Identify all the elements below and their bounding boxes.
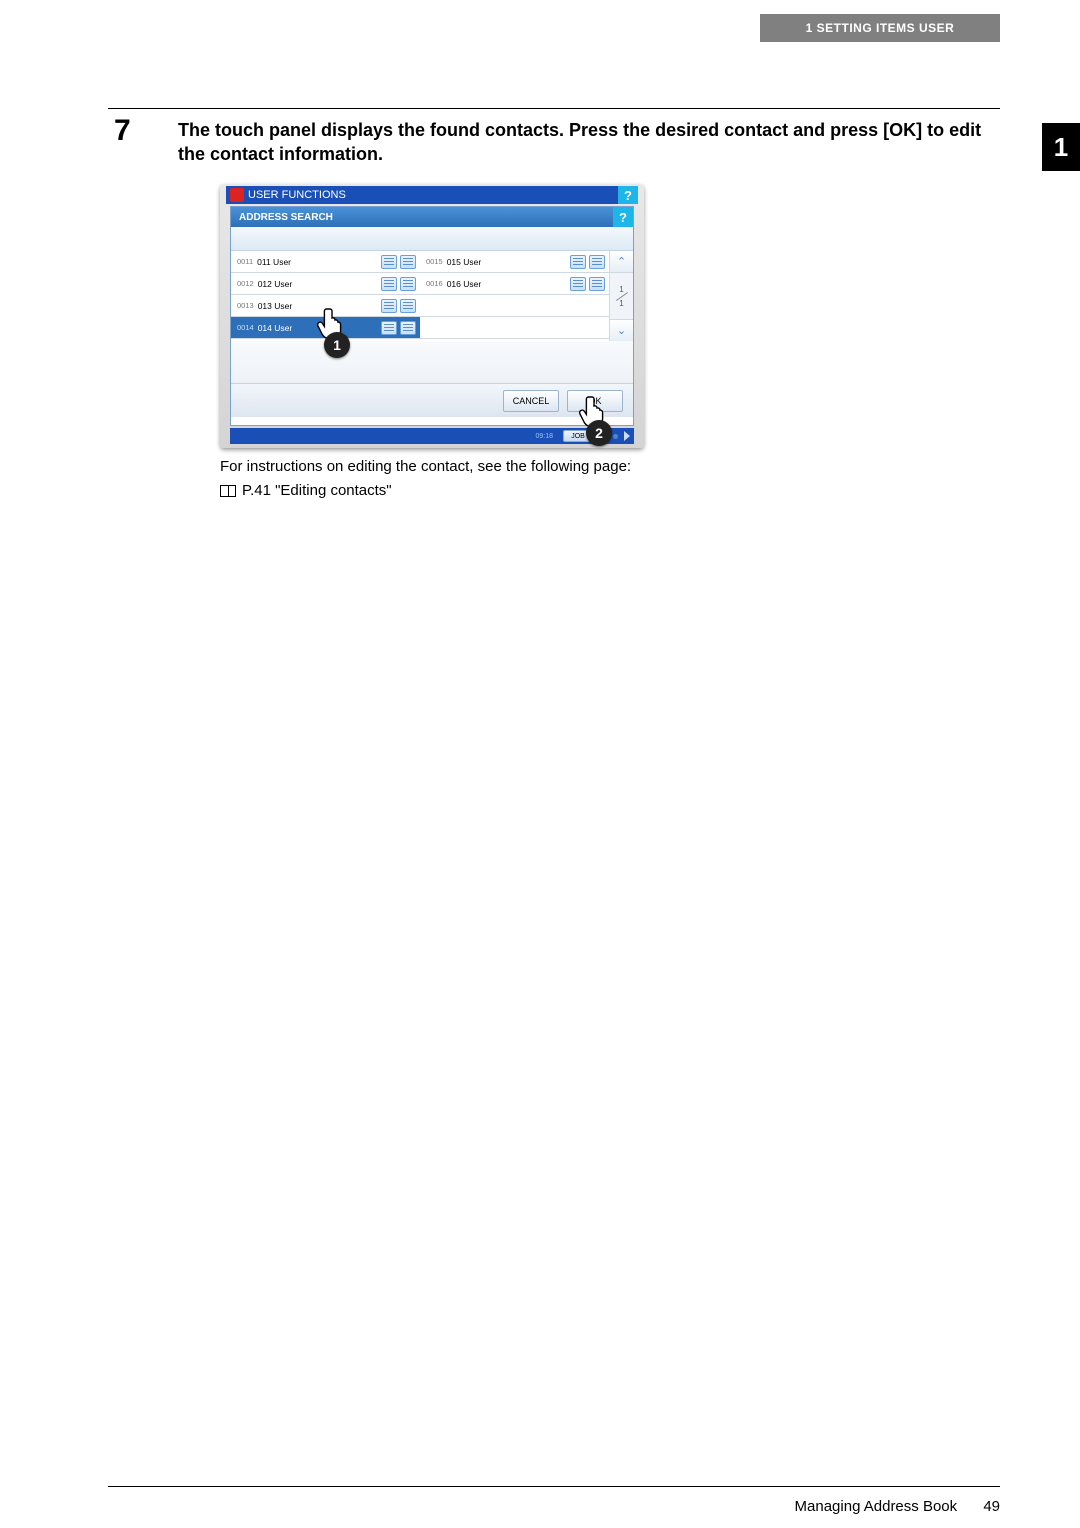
contacts-col-right: 0015 015 User 0016 016 User: [420, 251, 609, 341]
contact-id: 0014: [237, 323, 254, 332]
body-line-1: For instructions on editing the contact,…: [220, 456, 760, 478]
search-criteria-row: [231, 227, 633, 251]
page-current: 1: [619, 285, 623, 294]
dialog-help-icon[interactable]: ?: [613, 207, 633, 227]
contact-row-empty: [420, 317, 609, 339]
contact-name: 012 User: [258, 279, 293, 289]
chapter-side-tab: 1: [1042, 120, 1080, 174]
email-icon[interactable]: [400, 255, 416, 269]
fax-icon[interactable]: [381, 255, 397, 269]
page-total: 1: [619, 299, 623, 308]
email-icon[interactable]: [589, 277, 605, 291]
contact-id: 0012: [237, 279, 254, 288]
top-rule: [108, 108, 1000, 109]
contact-id: 0015: [426, 257, 443, 266]
fax-icon[interactable]: [570, 277, 586, 291]
email-icon[interactable]: [400, 321, 416, 335]
panel-status-bar: 09:18 JOB: [230, 428, 634, 444]
address-search-dialog: ADDRESS SEARCH ? 0011 011 User 0012 012 …: [230, 206, 634, 426]
contact-name: 014 User: [258, 323, 293, 333]
contact-row[interactable]: 0012 012 User: [231, 273, 420, 295]
contact-row[interactable]: 0016 016 User: [420, 273, 609, 295]
step-instruction: The touch panel displays the found conta…: [178, 118, 1000, 167]
dialog-button-bar: CANCEL OK: [231, 383, 633, 417]
callout-badge-2: 2: [586, 420, 612, 446]
panel-window-title: USER FUNCTIONS: [248, 189, 346, 201]
contacts-grid: 0011 011 User 0012 012 User 0013 013 Use…: [231, 251, 633, 341]
dialog-spacer: [231, 341, 633, 383]
email-icon[interactable]: [400, 299, 416, 313]
page-footer: Managing Address Book 49: [108, 1498, 1000, 1515]
contact-id: 0016: [426, 279, 443, 288]
callout-badge-1: 1: [324, 332, 350, 358]
contact-name: 016 User: [447, 279, 482, 289]
fax-icon[interactable]: [381, 277, 397, 291]
scroll-up-button[interactable]: ⌃: [610, 251, 633, 273]
bottom-rule: [108, 1486, 1000, 1487]
fax-icon[interactable]: [381, 321, 397, 335]
status-time: 09:18: [535, 433, 553, 440]
contact-name: 013 User: [258, 301, 293, 311]
touch-panel-screenshot: USER FUNCTIONS ? ADDRESS SEARCH ? 0011 0…: [220, 184, 644, 448]
status-expand-icon[interactable]: [624, 431, 630, 441]
header-breadcrumb: 1 SETTING ITEMS USER: [760, 14, 1000, 42]
contact-name: 015 User: [447, 257, 482, 267]
body-copy: For instructions on editing the contact,…: [220, 456, 760, 502]
contact-row[interactable]: 0015 015 User: [420, 251, 609, 273]
page-reference: P.41 "Editing contacts": [220, 480, 760, 502]
footer-page-number: 49: [983, 1498, 1000, 1515]
dialog-titlebar: ADDRESS SEARCH ?: [231, 207, 633, 227]
fax-icon[interactable]: [381, 299, 397, 313]
contact-id: 0011: [237, 257, 253, 266]
contact-row[interactable]: 0011 011 User: [231, 251, 420, 273]
help-icon[interactable]: ?: [618, 186, 638, 204]
step-number: 7: [114, 114, 131, 148]
contact-id: 0013: [237, 301, 254, 310]
scroll-down-button[interactable]: ⌄: [610, 319, 633, 341]
fax-icon[interactable]: [570, 255, 586, 269]
page-indicator: 1 1: [610, 273, 633, 319]
book-icon: [220, 485, 236, 497]
email-icon[interactable]: [589, 255, 605, 269]
step-block: 7 The touch panel displays the found con…: [142, 118, 1000, 167]
contact-name: 011 User: [257, 257, 291, 267]
cancel-button[interactable]: CANCEL: [503, 390, 559, 412]
email-icon[interactable]: [400, 277, 416, 291]
contact-row-empty: [420, 295, 609, 317]
page-reference-text: P.41 "Editing contacts": [242, 480, 392, 502]
scroll-column: ⌃ 1 1 ⌄: [609, 251, 633, 341]
panel-titlebar: USER FUNCTIONS ?: [226, 186, 638, 204]
footer-section-title: Managing Address Book: [795, 1498, 958, 1515]
dialog-title: ADDRESS SEARCH: [239, 212, 333, 223]
vendor-logo-icon: [230, 188, 244, 202]
